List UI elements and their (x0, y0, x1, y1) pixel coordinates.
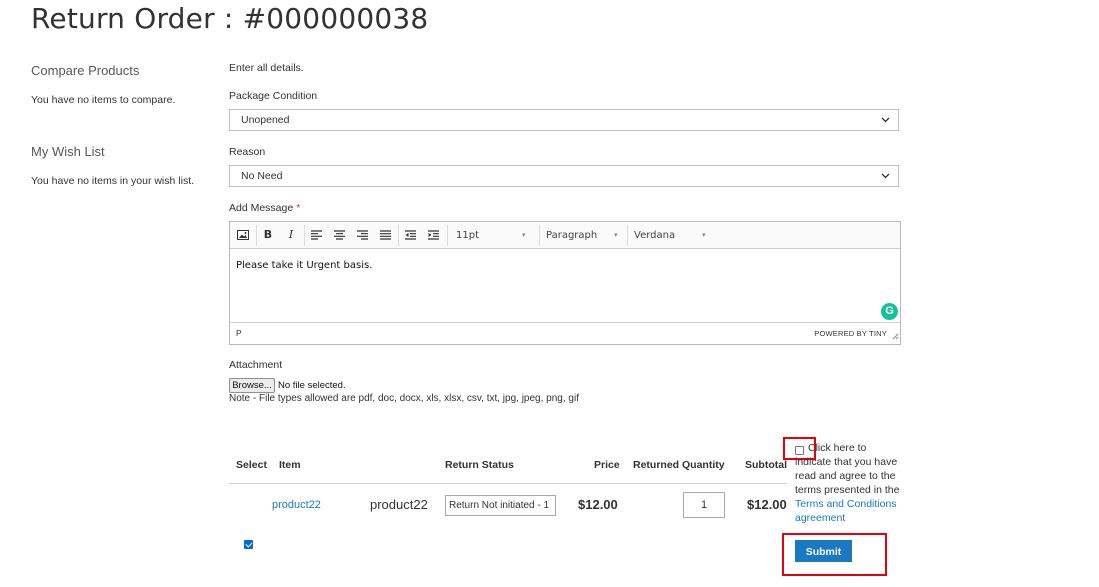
compare-products-title: Compare Products (31, 63, 140, 78)
table-divider (229, 483, 787, 484)
file-status: No file selected. (278, 380, 346, 391)
block-format-value: Paragraph (546, 230, 598, 241)
align-center-icon[interactable] (329, 225, 349, 245)
reason-select[interactable]: No Need (229, 165, 899, 187)
indent-icon[interactable] (423, 225, 443, 245)
chevron-down-icon (881, 110, 890, 138)
product-link[interactable]: product22 (272, 499, 321, 511)
terms-link[interactable]: Terms and Conditions agreement (795, 498, 897, 524)
align-justify-icon[interactable] (375, 225, 395, 245)
editor-toolbar: B I 11pt ▾ Paragraph ▾ Verdana ▾ (230, 222, 900, 249)
header-item: Item (279, 459, 301, 471)
block-format-select[interactable]: Paragraph ▾ (546, 225, 626, 246)
outdent-icon[interactable] (400, 225, 420, 245)
returned-quantity-input[interactable]: 1 (683, 492, 725, 518)
align-left-icon[interactable] (306, 225, 326, 245)
wishlist-title: My Wish List (31, 144, 105, 159)
form-intro: Enter all details. (229, 62, 304, 74)
submit-button[interactable]: Submit (795, 540, 852, 562)
font-size-value: 11pt (456, 230, 479, 241)
add-message-label-text: Add Message (229, 202, 294, 214)
image-icon[interactable] (233, 225, 253, 245)
terms-text: Click here to indicate that you have rea… (795, 441, 905, 525)
message-editor[interactable]: B I 11pt ▾ Paragraph ▾ Verdana ▾ Please … (229, 221, 901, 345)
font-size-select[interactable]: 11pt ▾ (456, 225, 536, 246)
header-price: Price (594, 459, 620, 471)
editor-statusbar: P POWERED BY TINY (230, 322, 900, 344)
bold-button[interactable]: B (258, 225, 278, 245)
required-marker: * (296, 202, 301, 214)
editor-content[interactable]: Please take it Urgent basis. (236, 260, 372, 271)
reason-label: Reason (229, 146, 266, 158)
resize-handle-icon[interactable] (892, 331, 899, 343)
package-condition-select[interactable]: Unopened (229, 109, 899, 131)
subtotal-value: $12.00 (747, 497, 787, 512)
editor-path[interactable]: P (236, 328, 242, 338)
chevron-down-icon: ▾ (702, 231, 706, 239)
powered-by-tiny[interactable]: POWERED BY TINY (814, 329, 887, 338)
add-message-label: Add Message * (229, 202, 300, 214)
reason-value: No Need (241, 170, 283, 182)
header-subtotal: Subtotal (745, 459, 787, 471)
align-right-icon[interactable] (352, 225, 372, 245)
price-value: $12.00 (578, 497, 618, 512)
product-name: product22 (370, 497, 428, 512)
header-returned-quantity: Returned Quantity (633, 459, 725, 471)
chevron-down-icon: ▾ (614, 231, 618, 239)
package-condition-value: Unopened (241, 114, 290, 126)
terms-text-body: Click here to indicate that you have rea… (795, 442, 900, 496)
header-select: Select (236, 459, 267, 471)
grammarly-icon[interactable]: G (881, 303, 898, 320)
header-return-status: Return Status (445, 459, 514, 471)
attachment-note: Note - File types allowed are pdf, doc, … (229, 393, 579, 404)
return-status-field[interactable]: Return Not initiated - 1 (445, 495, 556, 516)
row-select-checkbox[interactable] (244, 540, 253, 549)
package-condition-label: Package Condition (229, 90, 318, 102)
page-title: Return Order : #000000038 (31, 2, 429, 35)
italic-button[interactable]: I (281, 225, 301, 245)
chevron-down-icon: ▾ (522, 231, 526, 239)
font-family-select[interactable]: Verdana ▾ (634, 225, 714, 246)
attachment-label: Attachment (229, 359, 283, 371)
chevron-down-icon (881, 166, 890, 194)
compare-products-empty: You have no items to compare. (31, 94, 176, 106)
font-family-value: Verdana (634, 230, 676, 241)
wishlist-empty: You have no items in your wish list. (31, 175, 195, 187)
browse-button[interactable]: Browse... (229, 378, 275, 393)
